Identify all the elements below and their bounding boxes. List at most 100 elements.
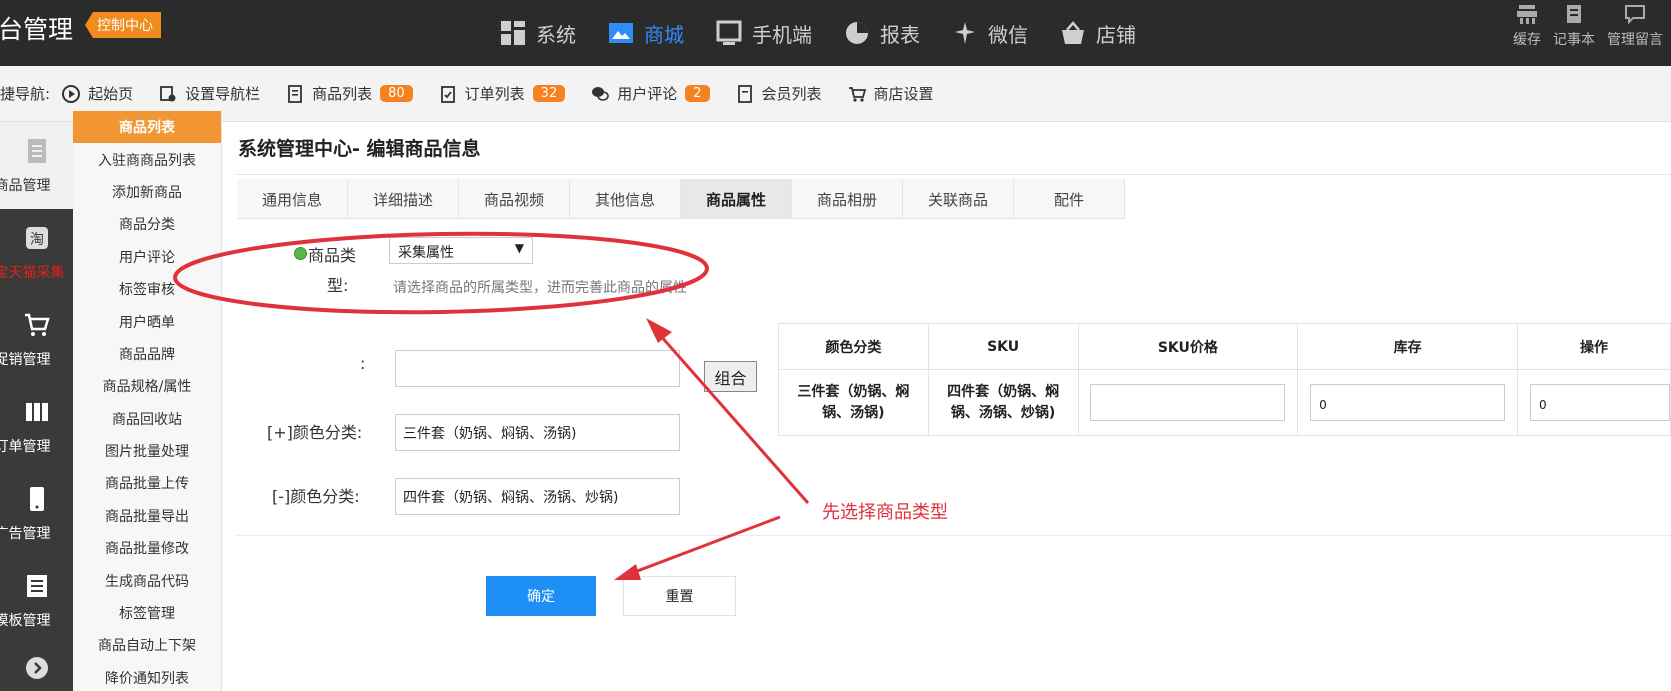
- submenu-item[interactable]: 商品批量上传: [73, 467, 221, 499]
- tab-attributes[interactable]: 商品属性: [681, 179, 792, 219]
- nav-mobile[interactable]: 手机端: [716, 19, 812, 48]
- submenu-item[interactable]: 商品回收站: [73, 403, 221, 435]
- left-nav-taobao[interactable]: 淘 淘宝天猫采集: [0, 209, 73, 296]
- notebook-button[interactable]: 记事本: [1553, 0, 1595, 49]
- cart-gear-icon: [848, 86, 866, 102]
- play-circle-icon: [62, 84, 81, 103]
- document-icon: [27, 138, 46, 163]
- chevron-right-circle-icon: [25, 656, 48, 679]
- left-nav-promotion[interactable]: 促销管理: [0, 296, 73, 383]
- nav-system[interactable]: 系统: [500, 19, 576, 48]
- sku-table: 颜色分类 SKU SKU价格 库存 操作 三件套（奶锅、焖锅、汤锅) 四件套（奶…: [778, 323, 1671, 436]
- goods-type-select[interactable]: 采集属性 ▼: [389, 237, 533, 264]
- attr-input[interactable]: [395, 350, 680, 387]
- submenu-item[interactable]: 商品自动上下架: [73, 629, 221, 661]
- tab-other[interactable]: 其他信息: [570, 179, 681, 219]
- control-center-badge[interactable]: 控制中心: [85, 12, 161, 38]
- color-plus-input[interactable]: 三件套（奶锅、焖锅、汤锅): [395, 414, 680, 451]
- table-row: 三件套（奶锅、焖锅、汤锅) 四件套（奶锅、焖锅、汤锅、炒锅) 0 0: [778, 369, 1671, 436]
- form-divider: [236, 535, 1671, 536]
- submenu-item[interactable]: 商品列表: [73, 111, 221, 144]
- submenu-item[interactable]: 商品批量修改: [73, 532, 221, 564]
- operation-input[interactable]: 0: [1529, 384, 1670, 421]
- left-nav-ads[interactable]: 广告管理: [0, 470, 73, 557]
- cell-operation: 0: [1516, 369, 1671, 436]
- nav-reports[interactable]: 报表: [844, 19, 920, 48]
- combine-button[interactable]: 组合: [704, 361, 757, 392]
- page-title: 系统管理中心- 编辑商品信息: [238, 138, 481, 160]
- nav-system-label: 系统: [536, 22, 576, 47]
- quick-user-comments-label: 用户评论: [617, 85, 678, 103]
- left-nav-expand-button[interactable]: [0, 644, 73, 691]
- admin-message-button[interactable]: 管理留言: [1607, 0, 1663, 49]
- basket-icon: [1060, 20, 1086, 46]
- quick-member-list[interactable]: 会员列表: [736, 83, 822, 104]
- quick-store-settings[interactable]: 商店设置: [848, 83, 934, 104]
- cache-button[interactable]: 缓存: [1513, 0, 1541, 49]
- quick-order-list[interactable]: 订单列表 32: [439, 83, 566, 104]
- col-operation: 操作: [1516, 323, 1671, 370]
- submenu-item[interactable]: 标签管理: [73, 597, 221, 629]
- submenu-item[interactable]: 用户晒单: [73, 305, 221, 337]
- title-divider: [236, 174, 1671, 175]
- wechat-icon: [952, 20, 978, 46]
- main-nav: 系统 商城 手机端 报表 微信 店铺: [500, 0, 1168, 66]
- annotation-text: 先选择商品类型: [822, 502, 948, 523]
- submenu-item[interactable]: 生成商品代码: [73, 564, 221, 596]
- tab-general[interactable]: 通用信息: [237, 179, 348, 219]
- tab-related[interactable]: 关联商品: [903, 179, 1014, 219]
- left-nav-goods[interactable]: 商品管理: [0, 122, 73, 209]
- tab-gallery[interactable]: 商品相册: [792, 179, 903, 219]
- left-nav-ads-label: 广告管理: [0, 525, 51, 542]
- document-list-icon: [288, 84, 302, 103]
- sub-menu: 商品列表 入驻商商品列表 添加新商品 商品分类 用户评论 标签审核 用户晒单 商…: [73, 111, 222, 691]
- quick-start-page[interactable]: 起始页: [62, 83, 133, 104]
- nav-wechat[interactable]: 微信: [952, 19, 1028, 48]
- orders-icon: [25, 402, 48, 421]
- goods-count-badge: 80: [380, 85, 413, 102]
- nav-mall[interactable]: 商城: [608, 19, 684, 48]
- tab-video[interactable]: 商品视频: [459, 179, 570, 219]
- submenu-item[interactable]: 商品批量导出: [73, 500, 221, 532]
- comment-count-badge: 2: [685, 85, 710, 102]
- submenu-item[interactable]: 降价通知列表: [73, 662, 221, 691]
- submenu-item[interactable]: 入驻商商品列表: [73, 143, 221, 175]
- left-nav-templates[interactable]: 模板管理: [0, 557, 73, 644]
- submenu-item[interactable]: 添加新商品: [73, 176, 221, 208]
- confirm-button[interactable]: 确定: [486, 576, 596, 616]
- type-radio[interactable]: [294, 247, 307, 260]
- quick-set-nav[interactable]: 设置导航栏: [159, 83, 260, 104]
- color-minus-input[interactable]: 四件套（奶锅、焖锅、汤锅、炒锅): [395, 478, 680, 515]
- goods-type-value: 采集属性: [398, 245, 454, 261]
- submenu-item[interactable]: 商品分类: [73, 208, 221, 240]
- submenu-item[interactable]: 用户评论: [73, 241, 221, 273]
- col-color: 颜色分类: [778, 323, 929, 370]
- goods-type-label-line2: 型:: [327, 276, 349, 295]
- quick-user-comments[interactable]: 用户评论 2: [591, 83, 710, 104]
- nav-store[interactable]: 店铺: [1060, 19, 1136, 48]
- submenu-item[interactable]: 商品规格/属性: [73, 370, 221, 402]
- submenu-item[interactable]: 图片批量处理: [73, 435, 221, 467]
- pie-chart-icon: [844, 20, 870, 46]
- color-plus-label[interactable]: [+]颜色分类:: [267, 419, 362, 443]
- clipboard-check-icon: [440, 85, 455, 103]
- color-minus-label[interactable]: [-]颜色分类:: [272, 483, 360, 507]
- quick-goods-list[interactable]: 商品列表 80: [286, 83, 413, 104]
- submenu-item[interactable]: 商品品牌: [73, 338, 221, 370]
- grid-icon: [500, 20, 526, 46]
- tab-bar: 通用信息 详细描述 商品视频 其他信息 商品属性 商品相册 关联商品 配件: [237, 179, 1125, 219]
- left-nav-orders[interactable]: 订单管理: [0, 383, 73, 470]
- tab-accessories[interactable]: 配件: [1014, 179, 1125, 219]
- cache-label: 缓存: [1513, 32, 1541, 48]
- tab-description[interactable]: 详细描述: [348, 179, 459, 219]
- gear-document-icon: [160, 85, 176, 101]
- notebook-label: 记事本: [1553, 32, 1595, 48]
- reset-button[interactable]: 重置: [623, 576, 736, 616]
- annotation-arrow-shaft-2: [623, 515, 781, 578]
- sku-price-input[interactable]: [1090, 384, 1286, 421]
- submenu-item[interactable]: 标签审核: [73, 273, 221, 305]
- shop-window-icon: [608, 20, 634, 46]
- quick-set-nav-label: 设置导航栏: [185, 85, 261, 103]
- stock-input[interactable]: 0: [1310, 384, 1506, 421]
- svg-text:淘: 淘: [30, 232, 44, 248]
